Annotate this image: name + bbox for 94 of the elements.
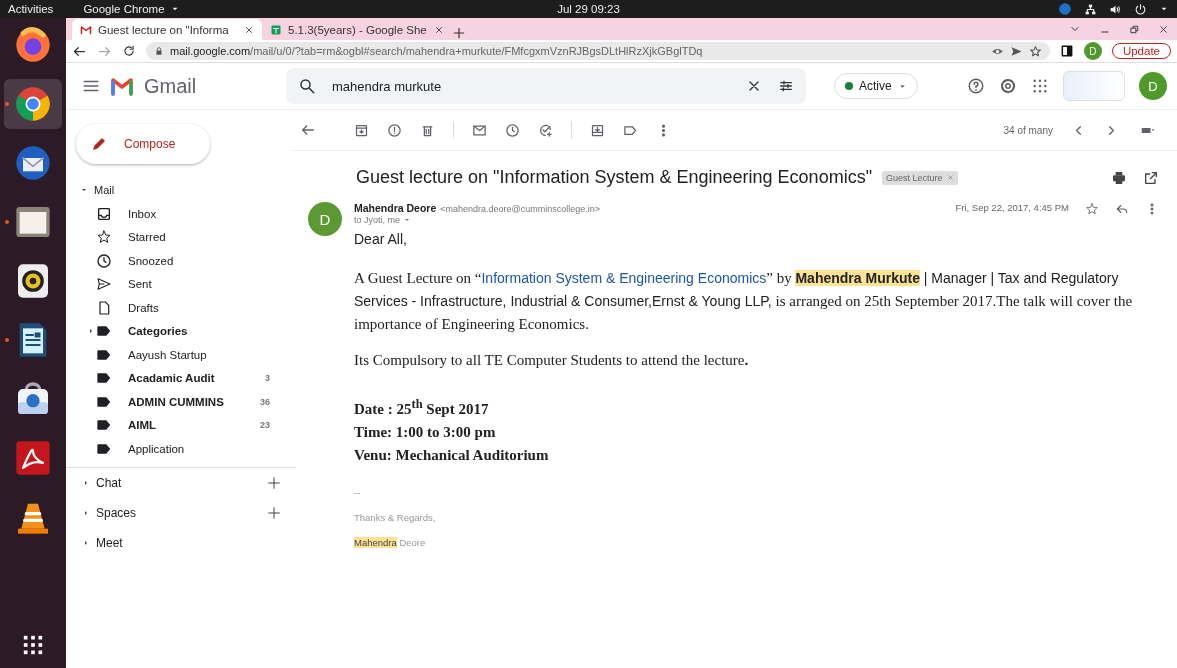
- expand-caret-icon: [82, 478, 90, 487]
- signoff-text: Thanks & Regards,: [354, 512, 437, 523]
- profile-avatar[interactable]: D: [1083, 42, 1102, 60]
- notice-text: Its Compulsory to all TE Computer Students to attend the lecture.: [354, 352, 750, 369]
- caret-icon[interactable]: [80, 186, 88, 194]
- nav-item[interactable]: ADMIN CUMMINS 36: [66, 390, 276, 414]
- restore-icon[interactable]: [1129, 23, 1140, 35]
- section-toggle[interactable]: Meet: [66, 527, 266, 558]
- report-spam-icon[interactable]: [387, 122, 402, 138]
- plus-icon[interactable]: [266, 504, 282, 521]
- inbox-icon[interactable]: [96, 205, 112, 222]
- sheet-icon: [270, 23, 282, 36]
- envelope-icon[interactable]: [472, 122, 487, 138]
- nav-item[interactable]: Aayush Startup: [66, 343, 276, 367]
- event-detail: Date : 25$^{th}$ Sept 2017: [354, 396, 490, 419]
- compose-button[interactable]: Compose: [76, 124, 210, 164]
- nav-item[interactable]: Sent: [66, 272, 276, 296]
- account-avatar[interactable]: D: [1139, 72, 1167, 100]
- signature-name: Mahendra Deore: [354, 537, 427, 548]
- recipients-toggle[interactable]: to Jyoti, me: [354, 215, 411, 225]
- nav-item[interactable]: AIML 23: [66, 413, 276, 437]
- archive-icon[interactable]: [354, 122, 369, 138]
- section-heading[interactable]: Mail: [94, 184, 115, 196]
- clock[interactable]: Jul 29 09:23: [557, 3, 620, 15]
- gmail-wordmark: Gmail: [144, 74, 197, 98]
- browser-tab[interactable]: Guest lecture on "Informa: [72, 19, 262, 40]
- print-icon[interactable]: [1111, 169, 1127, 186]
- nav-item[interactable]: Starred: [66, 225, 276, 249]
- expand-caret-icon: [82, 508, 90, 517]
- lock-icon: [154, 46, 164, 56]
- nav-item[interactable]: Application: [66, 437, 276, 461]
- plus-icon[interactable]: [266, 474, 282, 491]
- expand-caret-icon: [82, 538, 90, 547]
- section-toggle[interactable]: Spaces: [66, 497, 266, 528]
- file-icon[interactable]: [96, 299, 112, 316]
- clock-icon[interactable]: [505, 122, 520, 138]
- status-dot: [845, 82, 853, 90]
- signature-dash: --: [354, 487, 362, 498]
- close-icon[interactable]: [434, 24, 444, 35]
- chrome-icon[interactable]: [13, 84, 53, 124]
- close-icon[interactable]: [244, 24, 254, 35]
- update-button[interactable]: Update: [1111, 43, 1171, 59]
- body-paragraph: A Guest Lecture on “Information System & Engineering Economics” by Mahendra Murkute | Manager | Tax and Regulatory Services - Infrastructure, Industrial & Consumer,Ernst & Young LLP, is arranged on 25th September 2017.The talk will cover the importance of Engineering Economics.: [354, 269, 1134, 334]
- clock-icon[interactable]: [96, 252, 112, 269]
- open-new-window-icon[interactable]: [1143, 169, 1159, 186]
- pdf-reader-icon[interactable]: [13, 438, 53, 478]
- nav-item[interactable]: Categories: [66, 319, 276, 343]
- side-panel-icon[interactable]: [1059, 44, 1074, 58]
- nav-item[interactable]: Acadamic Audit 3: [66, 366, 276, 390]
- send-icon[interactable]: [96, 276, 112, 293]
- email-subject: Guest lecture on "Information System & Engineering Economics": [356, 167, 873, 188]
- star-icon[interactable]: [1028, 44, 1042, 58]
- section-toggle[interactable]: Chat: [66, 467, 266, 498]
- help-icon[interactable]: [967, 77, 985, 95]
- mail-bird-icon[interactable]: [13, 143, 53, 183]
- reload-icon[interactable]: [122, 44, 136, 58]
- move-to-icon[interactable]: [590, 122, 605, 138]
- caret-icon: [403, 216, 411, 224]
- filter-sliders-icon[interactable]: [778, 78, 794, 94]
- hp-logo-icon[interactable]: [1058, 2, 1072, 16]
- nav-item[interactable]: Drafts: [66, 296, 276, 320]
- activities-button[interactable]: Activities: [8, 3, 54, 15]
- search-field[interactable]: mahendra murkute: [286, 68, 806, 104]
- address-bar[interactable]: mail.google.com/mail/u/0/?tab=rm&ogbl#search/mahendra+murkute/FMfcgxmVznRJBgsDLtHlRzXjkGBglTDq: [146, 42, 1050, 60]
- pager-count: 34 of many: [1003, 124, 1053, 136]
- event-detail: Time: 1:00 to 3:00 pm: [354, 423, 497, 442]
- new-tab-icon[interactable]: [452, 26, 466, 40]
- remove-icon: [946, 174, 954, 181]
- reply-icon[interactable]: [1115, 202, 1129, 216]
- app-grid-icon[interactable]: [22, 634, 44, 656]
- browser-tab[interactable]: 5.1.3(5years) - Google She: [262, 19, 452, 40]
- close-icon[interactable]: [1158, 23, 1169, 35]
- nav-item[interactable]: Snoozed: [66, 249, 276, 273]
- settings-icon[interactable]: [999, 77, 1017, 95]
- star-icon[interactable]: [96, 229, 112, 246]
- fox-globe-icon[interactable]: [13, 25, 53, 65]
- event-detail: Venu: Mechanical Auditorium: [354, 446, 550, 465]
- add-task-icon[interactable]: [538, 122, 553, 138]
- nav-item[interactable]: Inbox: [66, 202, 276, 226]
- status-dropdown[interactable]: Active: [834, 73, 918, 99]
- expand-caret-icon[interactable]: [87, 327, 95, 336]
- power-icon[interactable]: [1134, 2, 1147, 16]
- email-date: Fri, Sep 22, 2017, 4:45 PM: [955, 202, 1069, 213]
- app-menu[interactable]: Google Chrome: [83, 3, 165, 15]
- sender-email: <mahendra.deore@cumminscollege.in>: [440, 204, 600, 214]
- star-icon[interactable]: [1085, 202, 1099, 216]
- greeting-text: Dear All,: [354, 231, 408, 247]
- pencil-icon: [90, 135, 108, 153]
- apps-grid-icon[interactable]: [1031, 77, 1049, 95]
- label-chip[interactable]: Guest Lecture: [882, 170, 958, 185]
- network-icon[interactable]: [1084, 2, 1097, 16]
- gmail-logo-icon: [80, 23, 92, 36]
- sender-name: Mahendra Deore: [354, 202, 437, 214]
- search-icon[interactable]: [298, 77, 316, 95]
